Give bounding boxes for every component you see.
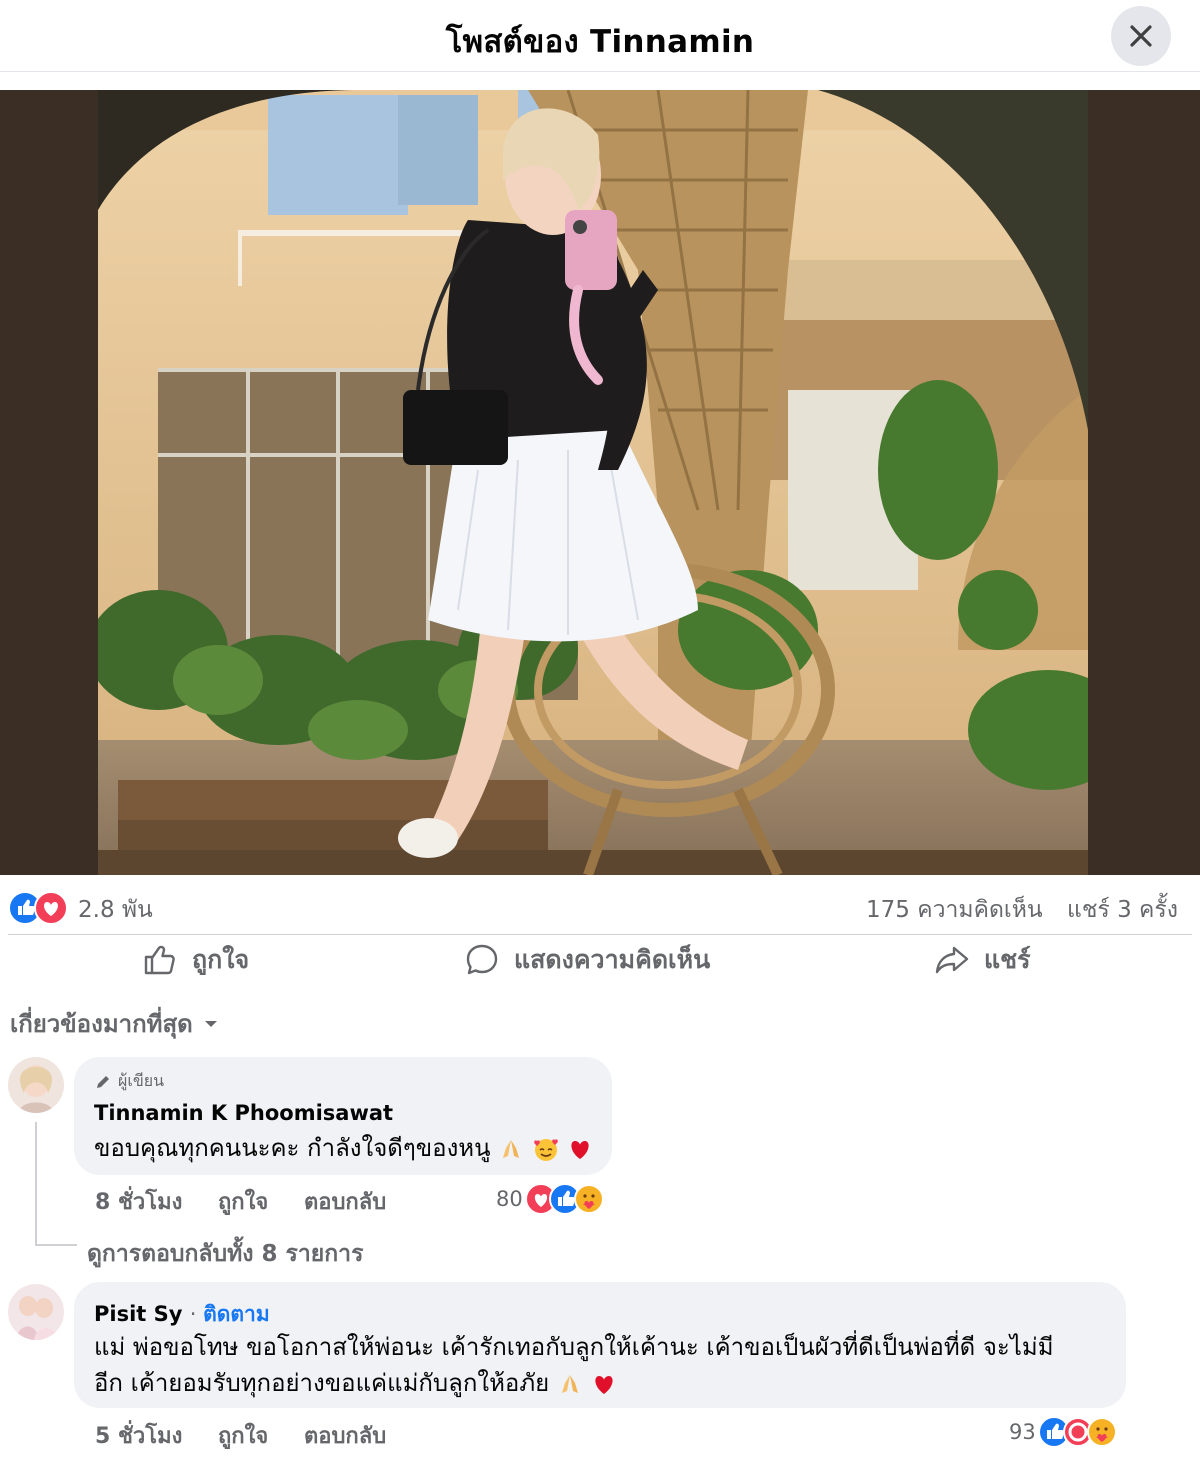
care-reaction-icon [1086,1417,1117,1447]
like-label: ถูกใจ [192,945,250,974]
close-button[interactable] [1111,6,1171,66]
commenter-name[interactable]: Pisit Sy [94,1302,182,1326]
author-badge: ผู้เขียน [94,1069,164,1094]
comment-like-button[interactable]: ถูกใจ [218,1190,268,1215]
comment-sort-dropdown[interactable]: เกี่ยวข้องมากที่สุด [10,1004,219,1043]
comment-time[interactable]: 5 ชั่วโมง [95,1424,182,1449]
comment-time[interactable]: 8 ชั่วโมง [95,1190,182,1215]
share-count[interactable]: แชร์ 3 ครั้ง [1067,892,1178,928]
comment-reactions[interactable]: 80 [496,1183,605,1215]
comment-icon [466,944,498,975]
share-label: แชร์ [984,945,1031,974]
photo-scene [98,90,1088,875]
view-replies-link[interactable]: ดูการตอบกลับทั้ง 8 รายการ [87,1236,363,1272]
care-reaction-icon [573,1184,604,1214]
love-reaction-icon [34,891,68,925]
red-heart-icon [571,1141,590,1159]
post-media[interactable] [0,90,1200,875]
comment-label: แสดงความคิดเห็น [514,945,711,974]
comment-reply-button[interactable]: ตอบกลับ [304,1424,386,1449]
folded-hands-icon [561,1375,578,1393]
folded-hands-icon [503,1140,520,1158]
comment-like-button[interactable]: ถูกใจ [218,1424,268,1449]
caret-down-icon [204,1020,217,1027]
comment-reaction-count: 80 [496,1187,523,1211]
comment-text-line-1: แม่ พ่อขอโทษ ขอโอกาสให้พ่อนะ เค้ารักเทอก… [94,1333,1054,1361]
avatar-image [8,1284,64,1340]
comment-meta: 5 ชั่วโมง ถูกใจ ตอบกลับ [95,1418,414,1453]
reaction-count[interactable]: 2.8 พัน [78,892,153,928]
comment-text-body: ขอบคุณทุกคนนะคะ กำลังใจดีๆของหนู [94,1134,491,1162]
follow-button[interactable]: ติดตาม [203,1302,270,1326]
commenter-name-row: Pisit Sy · ติดตาม [94,1302,270,1326]
share-button[interactable]: แชร์ [934,934,1031,986]
page-title: โพสต์ของ Tinnamin [445,24,755,60]
pencil-icon [97,1075,109,1088]
comment-reactions[interactable]: 93 [1009,1416,1118,1448]
comment-meta: 8 ชั่วโมง ถูกใจ ตอบกลับ [95,1184,414,1219]
post-header: โพสต์ของ Tinnamin [0,0,1200,72]
comment-text: ขอบคุณทุกคนนะคะ กำลังใจดีๆของหนู [94,1129,593,1167]
thread-line [35,1122,37,1244]
author-badge-label: ผู้เขียน [118,1071,165,1090]
post-stats: 2.8 พัน 175 ความคิดเห็น แชร์ 3 ครั้ง [0,886,1200,930]
share-arrow-icon [935,946,969,974]
thumbs-up-icon [144,945,175,975]
comment-count[interactable]: 175 ความคิดเห็น [866,892,1043,928]
avatar[interactable] [8,1057,64,1113]
comment-bubble: ผู้เขียน Tinnamin K Phoomisawat ขอบคุณทุ… [74,1057,612,1175]
post-photo[interactable] [98,90,1088,875]
comment-reaction-count: 93 [1009,1420,1036,1444]
comment-text: อีก เค้ายอมรับทุกอย่างขอแค่แม่กับลูกให้อ… [94,1364,617,1402]
avatar-image [8,1057,64,1113]
like-button[interactable]: ถูกใจ [142,934,249,986]
sort-label: เกี่ยวข้องมากที่สุด [10,1010,193,1038]
smiling-face-with-hearts-icon [533,1139,558,1161]
reaction-summary[interactable] [8,890,72,926]
comment-text-line-2: อีก เค้ายอมรับทุกอย่างขอแค่แม่กับลูกให้อ… [94,1369,550,1397]
post-actions: ถูกใจ แสดงความคิดเห็น แชร์ [0,934,1200,986]
comment-reply-button[interactable]: ตอบกลับ [304,1190,386,1215]
thread-line [35,1244,77,1246]
avatar[interactable] [8,1284,64,1340]
comment-button[interactable]: แสดงความคิดเห็น [464,934,710,986]
red-heart-icon [594,1376,613,1394]
commenter-name[interactable]: Tinnamin K Phoomisawat [94,1101,393,1125]
close-icon [1130,25,1152,47]
comment-bubble: Pisit Sy · ติดตาม แม่ พ่อขอโทษ ขอโอกาสให… [74,1282,1126,1408]
